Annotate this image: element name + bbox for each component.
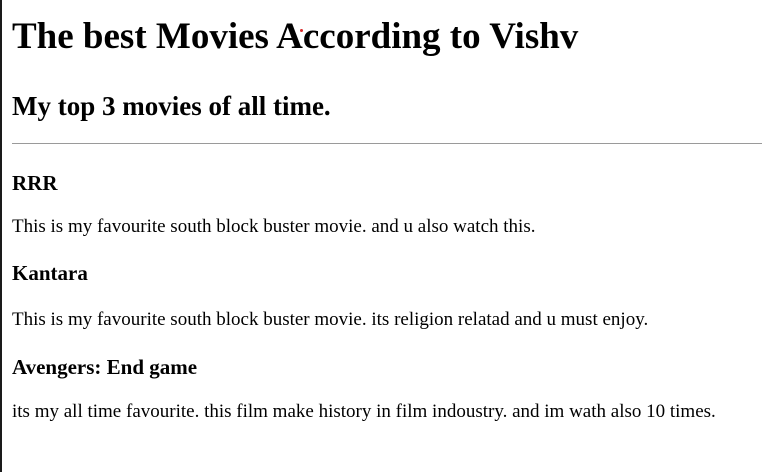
movie-description-avengers: its my all time favourite. this film mak…	[12, 401, 716, 422]
page-title: The best Movies According to Vishv	[12, 16, 579, 57]
divider	[12, 143, 762, 144]
movie-description-rrr: This is my favourite south block buster …	[12, 216, 536, 237]
page: The best Movies According to Vishv My to…	[0, 0, 772, 472]
movie-description-kantara: This is my favourite south block buster …	[12, 309, 649, 330]
cursor-dot	[300, 29, 303, 32]
movie-title-rrr: RRR	[12, 171, 58, 195]
window-edge	[0, 0, 2, 472]
movie-title-avengers: Avengers: End game	[12, 355, 198, 379]
page-subtitle: My top 3 movies of all time.	[12, 91, 331, 121]
movie-title-kantara: Kantara	[12, 261, 88, 285]
